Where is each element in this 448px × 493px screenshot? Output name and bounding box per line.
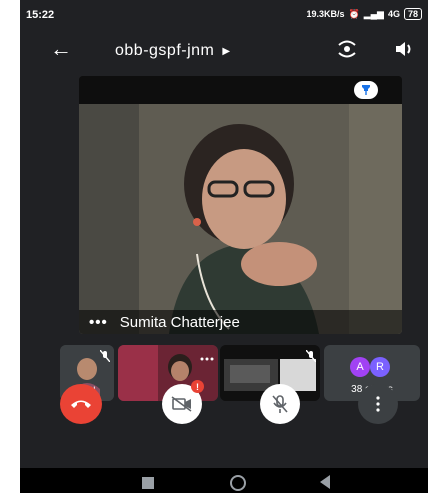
network-speed: 19.3KB/s — [306, 9, 345, 19]
network-type: 4G — [387, 9, 400, 19]
android-nav-bar — [20, 468, 428, 493]
mic-off-icon — [305, 349, 317, 367]
meeting-title[interactable]: obb-gspf-jnm ▶ — [115, 42, 231, 60]
more-options-button[interactable] — [358, 384, 398, 424]
alarm-icon: ⏰ — [348, 8, 360, 19]
back-arrow-icon[interactable]: ← — [50, 36, 72, 62]
participant-video-frame — [79, 104, 402, 334]
mic-off-icon — [272, 395, 288, 413]
status-bar: 15:22 19.3KB/s ⏰ ▂▄▆ 4G 78 — [20, 0, 428, 30]
chevron-right-icon: ▶ — [222, 45, 231, 57]
recents-button[interactable] — [142, 477, 154, 489]
signal-icon: ▂▄▆ — [363, 8, 384, 19]
back-button[interactable] — [320, 475, 330, 489]
meet-call-screen: 15:22 19.3KB/s ⏰ ▂▄▆ 4G 78 ← obb-gspf-jn… — [20, 0, 428, 493]
participant-name: Sumita Chatterjee — [119, 313, 240, 331]
meeting-code: obb-gspf-jnm — [115, 42, 215, 59]
avatar: R — [370, 357, 390, 377]
phone-hangup-icon — [71, 400, 91, 408]
call-header: ← obb-gspf-jnm ▶ — [20, 30, 428, 72]
avatar: A — [350, 357, 370, 377]
camera-toggle-button[interactable]: ! — [162, 380, 204, 424]
main-video-tile[interactable]: ••• Sumita Chatterjee — [79, 76, 402, 334]
mic-toggle-button[interactable] — [260, 384, 300, 424]
mic-off-icon — [99, 349, 111, 367]
more-dots-icon[interactable] — [200, 349, 214, 367]
participant-video — [79, 104, 402, 334]
pin-button[interactable] — [354, 81, 378, 99]
switch-camera-icon[interactable] — [336, 39, 358, 64]
end-call-button[interactable] — [60, 384, 102, 424]
warning-badge: ! — [191, 380, 204, 393]
more-vert-icon — [376, 396, 380, 412]
camera-off-icon — [171, 396, 192, 412]
more-options-icon[interactable]: ••• — [89, 314, 108, 331]
speaker-icon[interactable] — [394, 40, 414, 63]
status-indicators: 19.3KB/s ⏰ ▂▄▆ 4G 78 — [306, 8, 422, 20]
status-time: 15:22 — [26, 9, 55, 21]
home-button[interactable] — [230, 475, 246, 491]
participant-name-bar: ••• Sumita Chatterjee — [79, 310, 402, 334]
pin-icon — [362, 85, 370, 95]
battery-indicator: 78 — [403, 8, 422, 20]
